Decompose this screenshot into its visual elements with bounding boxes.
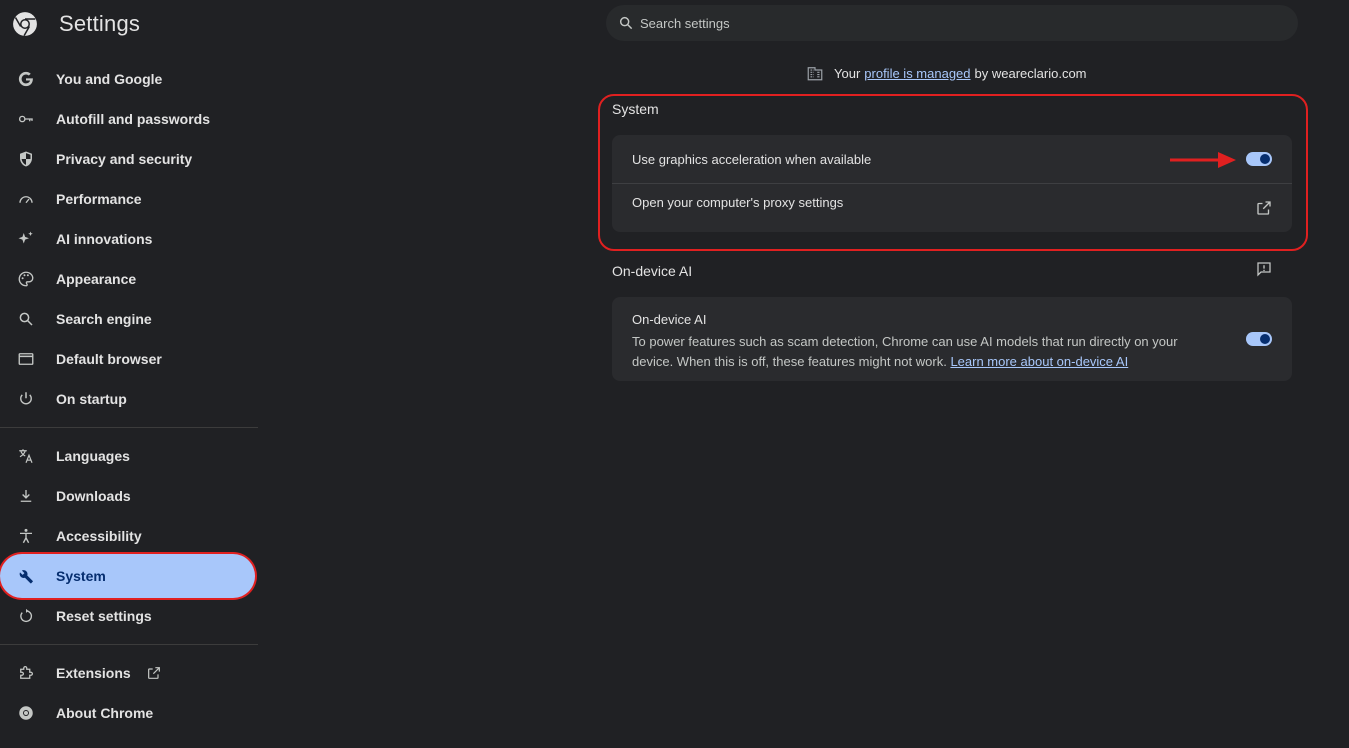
managed-prefix: Your — [834, 65, 861, 81]
sidebar-item-privacy[interactable]: Privacy and security — [0, 139, 258, 179]
puzzle-icon — [16, 663, 36, 683]
sidebar-item-label: You and Google — [56, 71, 163, 87]
wrench-icon — [16, 566, 36, 586]
search-icon — [619, 16, 633, 30]
sidebar-item-appearance[interactable]: Appearance — [0, 259, 258, 299]
ondevice-section-title: On-device AI — [612, 263, 693, 279]
translate-icon — [16, 446, 36, 466]
accessibility-icon — [16, 526, 36, 546]
speedometer-icon — [16, 189, 36, 209]
google-g-icon — [16, 69, 36, 89]
ondevice-description: To power features such as scam detection… — [632, 332, 1222, 372]
sidebar-item-reset-settings[interactable]: Reset settings — [0, 596, 258, 636]
system-section-title: System — [612, 101, 659, 117]
open-in-new-icon — [148, 667, 160, 679]
sidebar-item-label: Accessibility — [56, 528, 142, 544]
chrome-logo-icon — [13, 12, 37, 36]
sidebar-item-default-browser[interactable]: Default browser — [0, 339, 258, 379]
sidebar-item-label: Languages — [56, 448, 130, 464]
search-icon — [16, 309, 36, 329]
profile-managed-link[interactable]: profile is managed — [864, 66, 970, 81]
sidebar-item-you-and-google[interactable]: You and Google — [0, 59, 258, 99]
open-in-new-icon[interactable] — [1255, 199, 1273, 217]
sparkle-icon — [16, 229, 36, 249]
reset-icon — [16, 606, 36, 626]
sidebar-item-search-engine[interactable]: Search engine — [0, 299, 258, 339]
sidebar-item-ai-innovations[interactable]: AI innovations — [0, 219, 258, 259]
sidebar-item-label: Autofill and passwords — [56, 111, 211, 127]
sidebar-item-label: About Chrome — [56, 705, 154, 721]
ondevice-ai-toggle[interactable] — [1246, 332, 1272, 346]
search-bar[interactable] — [606, 5, 1298, 41]
feedback-icon[interactable] — [1255, 260, 1273, 278]
sidebar-divider — [0, 644, 258, 645]
palette-icon — [16, 269, 36, 289]
sidebar-item-on-startup[interactable]: On startup — [0, 379, 258, 419]
sidebar-item-label: Privacy and security — [56, 151, 193, 167]
graphics-acceleration-label: Use graphics acceleration when available — [632, 152, 872, 167]
learn-more-link[interactable]: Learn more about on-device AI — [950, 354, 1128, 369]
sidebar-item-system[interactable]: System — [0, 554, 255, 598]
sidebar-item-label: Reset settings — [56, 608, 152, 624]
download-icon — [16, 486, 36, 506]
graphics-acceleration-toggle[interactable] — [1246, 152, 1272, 166]
sidebar-item-performance[interactable]: Performance — [0, 179, 258, 219]
managed-notice: Your profile is managed by weareclario.c… — [806, 64, 1087, 82]
key-icon — [16, 109, 36, 129]
sidebar-item-label: Search engine — [56, 311, 152, 327]
proxy-settings-row[interactable]: Open your computer's proxy settings — [612, 184, 1292, 232]
sidebar-divider — [0, 427, 258, 428]
sidebar-item-label: Downloads — [56, 488, 131, 504]
search-input[interactable] — [640, 15, 1240, 31]
power-icon — [16, 389, 36, 409]
sidebar-item-label: System — [56, 568, 106, 584]
brand: Settings — [12, 9, 140, 39]
proxy-settings-label: Open your computer's proxy settings — [632, 195, 844, 210]
page-title: Settings — [59, 11, 141, 36]
sidebar-item-accessibility[interactable]: Accessibility — [0, 516, 258, 556]
sidebar-item-label: Extensions — [56, 665, 131, 681]
managed-suffix: by weareclario.com — [974, 65, 1087, 81]
sidebar-item-extensions[interactable]: Extensions — [0, 653, 258, 693]
sidebar-item-label: Default browser — [56, 351, 162, 367]
building-icon — [807, 67, 823, 81]
sidebar-item-label: Appearance — [56, 271, 137, 287]
sidebar-item-autofill[interactable]: Autofill and passwords — [0, 99, 258, 139]
chrome-icon — [16, 703, 36, 723]
sidebar-item-downloads[interactable]: Downloads — [0, 476, 258, 516]
sidebar-item-label: On startup — [56, 391, 127, 407]
shield-icon — [16, 149, 36, 169]
sidebar-item-languages[interactable]: Languages — [0, 436, 258, 476]
ondevice-row-title: On-device AI — [632, 312, 707, 327]
annotation-arrow-icon — [1170, 152, 1236, 168]
browser-window-icon — [16, 349, 36, 369]
sidebar: Settings You and Google Autofill and pas… — [0, 0, 258, 748]
sidebar-item-label: AI innovations — [56, 231, 153, 247]
sidebar-item-about-chrome[interactable]: About Chrome — [0, 693, 258, 733]
sidebar-item-label: Performance — [56, 191, 142, 207]
